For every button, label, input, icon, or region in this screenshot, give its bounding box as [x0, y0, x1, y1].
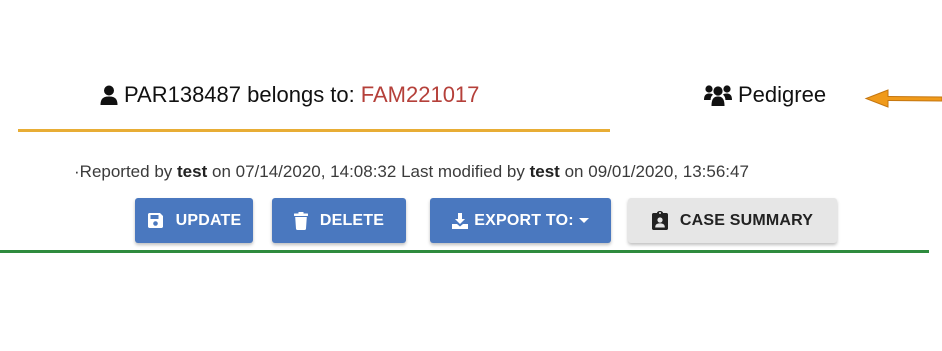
annotation-arrow — [864, 89, 942, 108]
meta-on-label-2: on — [564, 162, 584, 181]
case-summary-button[interactable]: CASE SUMMARY — [628, 198, 837, 243]
clipboard-user-icon — [651, 211, 668, 230]
meta-modified-label: Last modified by — [401, 162, 525, 181]
meta-modified-date: 09/01/2020, 13:56:47 — [588, 162, 749, 181]
meta-modifier: test — [529, 162, 560, 181]
save-icon — [147, 212, 164, 229]
update-label: UPDATE — [175, 211, 242, 229]
trash-icon — [293, 211, 308, 230]
tab-participant[interactable]: PAR138487 belongs to: FAM221017 — [100, 82, 479, 108]
users-icon — [704, 84, 732, 106]
section-divider — [0, 250, 929, 253]
tab-pedigree[interactable]: Pedigree — [704, 82, 826, 108]
meta-reporter: test — [177, 162, 208, 181]
download-icon — [452, 212, 469, 229]
record-meta: ·Reported by test on 07/14/2020, 14:08:3… — [74, 162, 749, 182]
chevron-down-icon — [578, 218, 589, 223]
update-button[interactable]: UPDATE — [135, 198, 253, 243]
export-label: EXPORT TO: — [474, 211, 574, 229]
meta-on-label: on — [211, 162, 231, 181]
delete-label: DELETE — [319, 211, 385, 229]
case-summary-label: CASE SUMMARY — [679, 211, 814, 229]
meta-reported-label: ·Reported by — [74, 162, 173, 181]
participant-label: PAR138487 belongs to: — [124, 82, 355, 107]
active-tab-indicator — [18, 129, 610, 132]
meta-reported-date: 07/14/2020, 14:08:32 — [235, 162, 397, 181]
pedigree-label: Pedigree — [738, 82, 827, 107]
export-dropdown-button[interactable]: EXPORT TO: — [430, 198, 611, 243]
family-link[interactable]: FAM221017 — [361, 82, 480, 108]
delete-button[interactable]: DELETE — [272, 198, 406, 243]
user-icon — [100, 85, 118, 105]
